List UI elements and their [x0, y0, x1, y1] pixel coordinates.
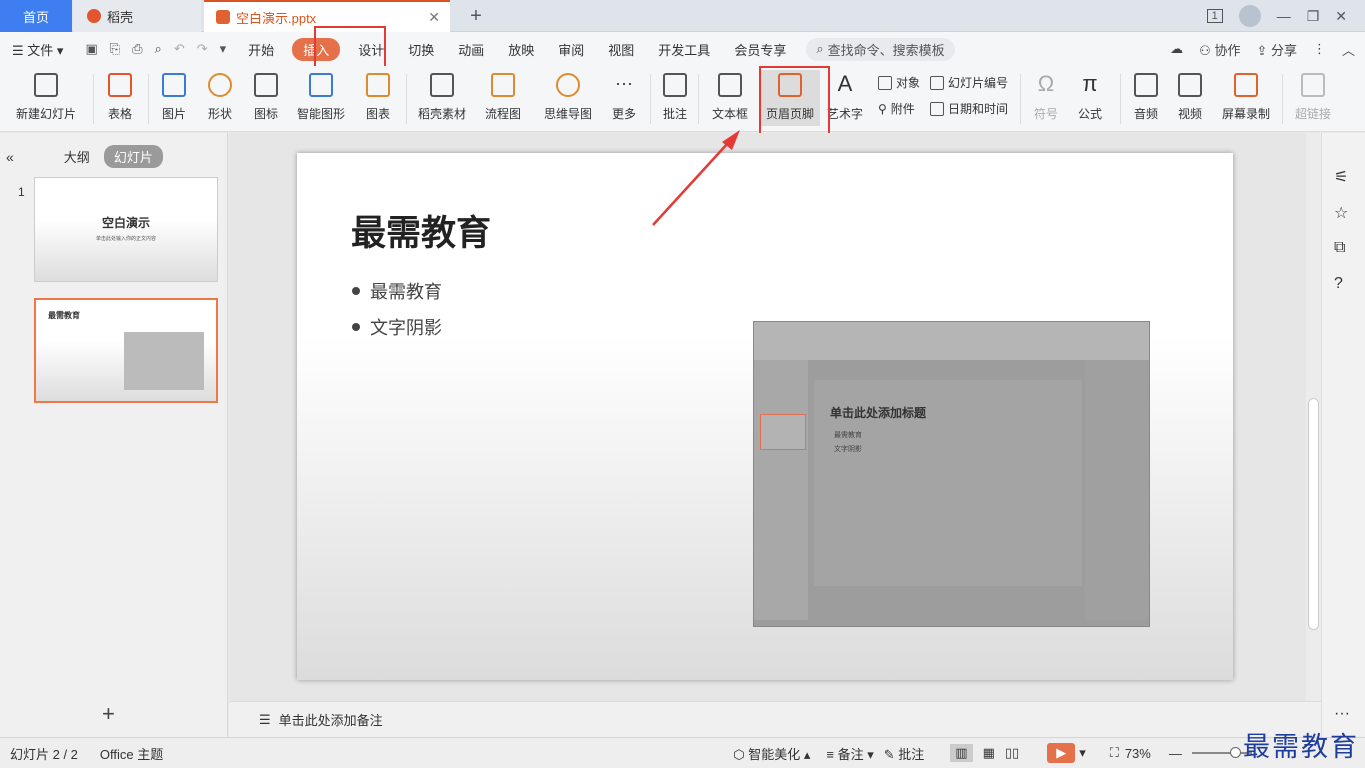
play-options-icon[interactable]: ▾ [1079, 745, 1086, 761]
beautify-label: 智能美化 [748, 746, 801, 762]
copy-icon[interactable]: ⧉ [1334, 239, 1345, 257]
help-icon[interactable]: ? [1334, 275, 1343, 293]
fit-window-icon[interactable]: ⛶ [1110, 745, 1119, 761]
grid-view-icon[interactable]: ▦ [983, 745, 995, 761]
zoom-level[interactable]: 73% [1125, 746, 1151, 761]
notes-icon: ☰ [259, 711, 271, 727]
notes-placeholder: 单击此处添加备注 [278, 713, 383, 728]
comments-label: 批注 [898, 746, 925, 762]
status-bar: 幻灯片 2 / 2 Office 主题 ⬡ 智能美化 ▴ ≡ 备注 ▾ ✎ 批注… [0, 737, 1365, 768]
notes-area[interactable]: ☰ 单击此处添加备注 [229, 701, 1321, 737]
zoom-out-icon[interactable]: — [1169, 746, 1182, 761]
annotation-arrow [652, 130, 740, 226]
comments-button[interactable]: ✎ 批注 [884, 744, 925, 763]
more-sidebar-icon[interactable]: ··· [1334, 705, 1350, 723]
slide-count: 幻灯片 2 / 2 [10, 746, 78, 762]
reading-view-icon[interactable]: ▯▯ [1005, 745, 1019, 761]
beautify-button[interactable]: ⬡ 智能美化 ▴ [733, 744, 810, 763]
right-sidebar: ⚟ ☆ ⧉ ? ··· [1321, 133, 1365, 737]
vertical-scrollbar[interactable] [1306, 133, 1321, 701]
settings-sliders-icon[interactable]: ⚟ [1334, 167, 1348, 187]
notes-label: 备注 [837, 746, 864, 762]
theme-name[interactable]: Office 主题 [100, 744, 163, 763]
play-button[interactable]: ▶ [1047, 743, 1076, 763]
star-icon[interactable]: ☆ [1334, 203, 1348, 223]
watermark: 最需教育 [1243, 732, 1359, 763]
notes-button[interactable]: ≡ 备注 ▾ [826, 744, 873, 763]
normal-view-icon[interactable]: ▥ [950, 744, 973, 762]
